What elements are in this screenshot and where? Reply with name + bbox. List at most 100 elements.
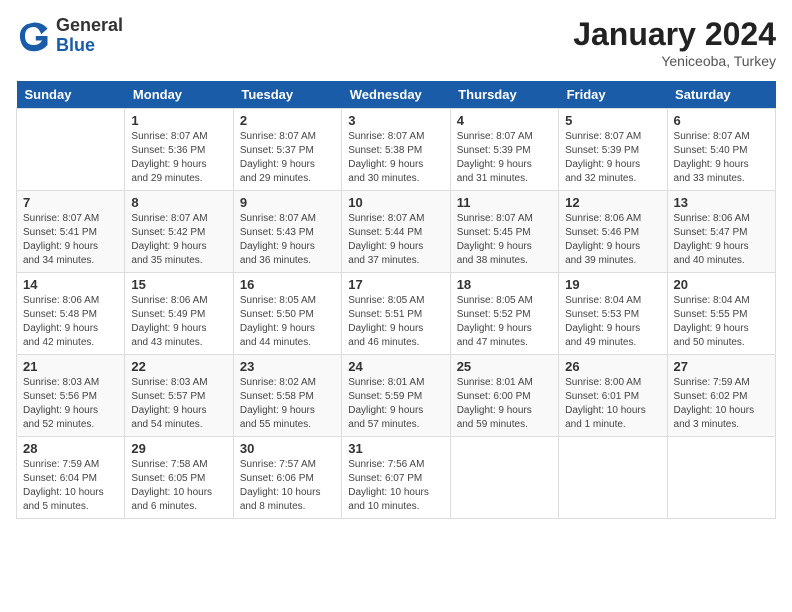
day-info: Sunrise: 8:07 AM Sunset: 5:41 PM Dayligh… (23, 212, 118, 268)
calendar-day-cell: 25 Sunrise: 8:01 AM Sunset: 6:00 PM Dayli… (450, 355, 558, 437)
calendar-day-cell: 11 Sunrise: 8:07 AM Sunset: 5:45 PM Dayli… (450, 191, 558, 273)
day-of-week-header: Friday (559, 81, 667, 109)
day-number: 10 (348, 195, 443, 210)
calendar-day-cell: 28 Sunrise: 7:59 AM Sunset: 6:04 PM Dayli… (17, 437, 125, 519)
calendar-table: SundayMondayTuesdayWednesdayThursdayFrid… (16, 81, 776, 519)
calendar-day-cell: 14 Sunrise: 8:06 AM Sunset: 5:48 PM Dayli… (17, 273, 125, 355)
location-subtitle: Yeniceoba, Turkey (573, 53, 776, 69)
calendar-day-cell (667, 437, 775, 519)
calendar-day-cell: 22 Sunrise: 8:03 AM Sunset: 5:57 PM Dayli… (125, 355, 233, 437)
day-info: Sunrise: 8:07 AM Sunset: 5:43 PM Dayligh… (240, 212, 335, 268)
day-info: Sunrise: 8:07 AM Sunset: 5:44 PM Dayligh… (348, 212, 443, 268)
day-of-week-header: Thursday (450, 81, 558, 109)
day-info: Sunrise: 7:58 AM Sunset: 6:05 PM Dayligh… (131, 458, 226, 514)
calendar-week-row: 7 Sunrise: 8:07 AM Sunset: 5:41 PM Daylig… (17, 191, 776, 273)
day-number: 11 (457, 195, 552, 210)
day-info: Sunrise: 7:59 AM Sunset: 6:04 PM Dayligh… (23, 458, 118, 514)
logo-blue: Blue (56, 36, 123, 56)
day-info: Sunrise: 8:04 AM Sunset: 5:53 PM Dayligh… (565, 294, 660, 350)
calendar-day-cell: 31 Sunrise: 7:56 AM Sunset: 6:07 PM Dayli… (342, 437, 450, 519)
calendar-day-cell: 4 Sunrise: 8:07 AM Sunset: 5:39 PM Daylig… (450, 109, 558, 191)
day-info: Sunrise: 8:05 AM Sunset: 5:50 PM Dayligh… (240, 294, 335, 350)
calendar-day-cell: 8Sunrise: 8:07 AM Sunset: 5:42 PM Daylig… (125, 191, 233, 273)
month-title: January 2024 (573, 16, 776, 53)
calendar-week-row: 14 Sunrise: 8:06 AM Sunset: 5:48 PM Dayli… (17, 273, 776, 355)
day-number: 17 (348, 277, 443, 292)
day-info: Sunrise: 8:01 AM Sunset: 6:00 PM Dayligh… (457, 376, 552, 432)
calendar-day-cell: 24 Sunrise: 8:01 AM Sunset: 5:59 PM Dayli… (342, 355, 450, 437)
day-number: 15 (131, 277, 226, 292)
day-info: Sunrise: 8:06 AM Sunset: 5:48 PM Dayligh… (23, 294, 118, 350)
day-number: 1 (131, 113, 226, 128)
day-info: Sunrise: 8:06 AM Sunset: 5:46 PM Dayligh… (565, 212, 660, 268)
day-info: Sunrise: 8:04 AM Sunset: 5:55 PM Dayligh… (674, 294, 769, 350)
calendar-day-cell (450, 437, 558, 519)
day-number: 3 (348, 113, 443, 128)
logo: General Blue (16, 16, 123, 56)
day-number: 19 (565, 277, 660, 292)
day-info: Sunrise: 7:59 AM Sunset: 6:02 PM Dayligh… (674, 376, 769, 432)
calendar-day-cell: 16 Sunrise: 8:05 AM Sunset: 5:50 PM Dayli… (233, 273, 341, 355)
day-info: Sunrise: 8:06 AM Sunset: 5:49 PM Dayligh… (131, 294, 226, 350)
day-number: 26 (565, 359, 660, 374)
day-number: 25 (457, 359, 552, 374)
calendar-day-cell: 3 Sunrise: 8:07 AM Sunset: 5:38 PM Daylig… (342, 109, 450, 191)
day-number: 13 (674, 195, 769, 210)
day-info: Sunrise: 8:07 AM Sunset: 5:38 PM Dayligh… (348, 130, 443, 186)
calendar-week-row: 1Sunrise: 8:07 AM Sunset: 5:36 PM Daylig… (17, 109, 776, 191)
calendar-day-cell: 10 Sunrise: 8:07 AM Sunset: 5:44 PM Dayli… (342, 191, 450, 273)
page-header: General Blue January 2024 Yeniceoba, Tur… (16, 16, 776, 69)
calendar-day-cell: 2 Sunrise: 8:07 AM Sunset: 5:37 PM Daylig… (233, 109, 341, 191)
day-info: Sunrise: 8:03 AM Sunset: 5:56 PM Dayligh… (23, 376, 118, 432)
day-number: 9 (240, 195, 335, 210)
logo-general: General (56, 16, 123, 36)
calendar-day-cell: 26Sunrise: 8:00 AM Sunset: 6:01 PM Dayli… (559, 355, 667, 437)
calendar-day-cell: 6 Sunrise: 8:07 AM Sunset: 5:40 PM Daylig… (667, 109, 775, 191)
calendar-day-cell: 23Sunrise: 8:02 AM Sunset: 5:58 PM Dayli… (233, 355, 341, 437)
day-info: Sunrise: 8:07 AM Sunset: 5:40 PM Dayligh… (674, 130, 769, 186)
logo-text: General Blue (56, 16, 123, 56)
calendar-day-cell: 18Sunrise: 8:05 AM Sunset: 5:52 PM Dayli… (450, 273, 558, 355)
day-number: 5 (565, 113, 660, 128)
day-number: 2 (240, 113, 335, 128)
calendar-day-cell: 20 Sunrise: 8:04 AM Sunset: 5:55 PM Dayli… (667, 273, 775, 355)
day-number: 24 (348, 359, 443, 374)
day-info: Sunrise: 8:01 AM Sunset: 5:59 PM Dayligh… (348, 376, 443, 432)
day-number: 18 (457, 277, 552, 292)
day-info: Sunrise: 8:07 AM Sunset: 5:45 PM Dayligh… (457, 212, 552, 268)
day-info: Sunrise: 8:07 AM Sunset: 5:39 PM Dayligh… (457, 130, 552, 186)
day-number: 21 (23, 359, 118, 374)
day-of-week-header: Tuesday (233, 81, 341, 109)
day-number: 4 (457, 113, 552, 128)
day-info: Sunrise: 7:57 AM Sunset: 6:06 PM Dayligh… (240, 458, 335, 514)
calendar-day-cell: 21 Sunrise: 8:03 AM Sunset: 5:56 PM Dayli… (17, 355, 125, 437)
calendar-day-cell: 29 Sunrise: 7:58 AM Sunset: 6:05 PM Dayli… (125, 437, 233, 519)
calendar-day-cell: 5 Sunrise: 8:07 AM Sunset: 5:39 PM Daylig… (559, 109, 667, 191)
day-number: 20 (674, 277, 769, 292)
calendar-day-cell: 9 Sunrise: 8:07 AM Sunset: 5:43 PM Daylig… (233, 191, 341, 273)
day-of-week-header: Monday (125, 81, 233, 109)
calendar-day-cell: 27Sunrise: 7:59 AM Sunset: 6:02 PM Dayli… (667, 355, 775, 437)
calendar-day-cell (559, 437, 667, 519)
day-number: 6 (674, 113, 769, 128)
day-info: Sunrise: 8:07 AM Sunset: 5:42 PM Dayligh… (131, 212, 226, 268)
calendar-day-cell: 7 Sunrise: 8:07 AM Sunset: 5:41 PM Daylig… (17, 191, 125, 273)
day-info: Sunrise: 7:56 AM Sunset: 6:07 PM Dayligh… (348, 458, 443, 514)
day-number: 16 (240, 277, 335, 292)
day-info: Sunrise: 8:06 AM Sunset: 5:47 PM Dayligh… (674, 212, 769, 268)
calendar-day-cell: 17Sunrise: 8:05 AM Sunset: 5:51 PM Dayli… (342, 273, 450, 355)
day-number: 22 (131, 359, 226, 374)
calendar-day-cell: 12 Sunrise: 8:06 AM Sunset: 5:46 PM Dayli… (559, 191, 667, 273)
day-number: 7 (23, 195, 118, 210)
day-number: 12 (565, 195, 660, 210)
calendar-day-cell: 30Sunrise: 7:57 AM Sunset: 6:06 PM Dayli… (233, 437, 341, 519)
day-info: Sunrise: 8:07 AM Sunset: 5:37 PM Dayligh… (240, 130, 335, 186)
day-info: Sunrise: 8:03 AM Sunset: 5:57 PM Dayligh… (131, 376, 226, 432)
day-number: 28 (23, 441, 118, 456)
day-number: 23 (240, 359, 335, 374)
day-of-week-header: Wednesday (342, 81, 450, 109)
day-info: Sunrise: 8:07 AM Sunset: 5:39 PM Dayligh… (565, 130, 660, 186)
day-number: 14 (23, 277, 118, 292)
day-number: 29 (131, 441, 226, 456)
day-number: 31 (348, 441, 443, 456)
